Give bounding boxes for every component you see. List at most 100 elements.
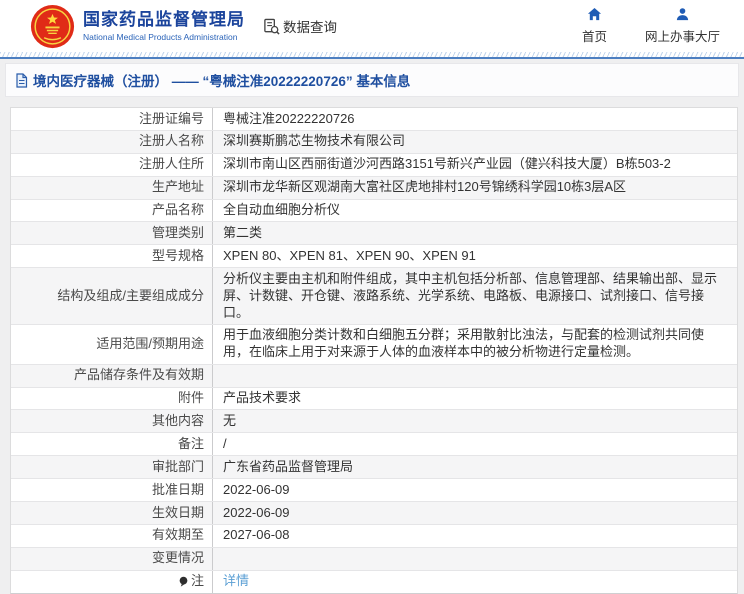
table-row: 有效期至 2027-06-08 xyxy=(11,525,737,548)
row-label-text: 有效期至 xyxy=(152,527,204,544)
row-label-text: 适用范围/预期用途 xyxy=(96,336,204,353)
row-label: 注册证编号 xyxy=(11,108,212,130)
row-label-text: 结构及组成/主要组成成分 xyxy=(57,288,204,305)
row-label: 产品储存条件及有效期 xyxy=(11,365,212,387)
table-row: 型号规格 XPEN 80、XPEN 81、XPEN 90、XPEN 91 xyxy=(11,245,737,268)
document-search-icon xyxy=(263,18,280,35)
row-label-text: 其他内容 xyxy=(152,413,204,430)
home-icon xyxy=(587,7,602,22)
table-row: 审批部门广东省药品监督管理局 xyxy=(11,456,737,479)
national-emblem-logo xyxy=(30,4,75,49)
row-label: 其他内容 xyxy=(11,410,212,432)
row-label-text: 注 xyxy=(191,573,204,590)
site-title: 国家药品监督管理局 xyxy=(83,10,245,30)
nav-hall-label: 网上办事大厅 xyxy=(645,26,720,45)
row-label: 型号规格 xyxy=(11,245,212,267)
table-row: 附件产品技术要求 xyxy=(11,388,737,411)
row-value: 用于血液细胞分类计数和白细胞五分群；采用散射比浊法，与配套的检测试剂共同使用，在… xyxy=(212,325,737,364)
row-value: 深圳赛斯鹏芯生物技术有限公司 xyxy=(212,131,737,153)
table-row: 备注 / xyxy=(11,433,737,456)
row-label: 注册人住所 xyxy=(11,154,212,176)
row-label: 附件 xyxy=(11,388,212,410)
nav-home[interactable]: 首页 xyxy=(582,7,607,45)
header: 国家药品监督管理局 National Medical Products Admi… xyxy=(0,0,744,52)
user-icon xyxy=(675,7,690,22)
row-label-text: 生效日期 xyxy=(152,505,204,522)
table-row: 管理类别第二类 xyxy=(11,222,737,245)
row-value: XPEN 80、XPEN 81、XPEN 90、XPEN 91 xyxy=(212,245,737,267)
row-value: 深圳市龙华新区观湖南大富社区虎地排村120号锦绣科学园10栋3层A区 xyxy=(212,177,737,199)
row-value: 分析仪主要由主机和附件组成，其中主机包括分析部、信息管理部、结果输出部、显示屏、… xyxy=(212,268,737,324)
row-value: 深圳市南山区西丽街道沙河西路3151号新兴产业园（健兴科技大厦）B栋503-2 xyxy=(212,154,737,176)
row-label-text: 产品储存条件及有效期 xyxy=(74,367,204,384)
table-row: 适用范围/预期用途用于血液细胞分类计数和白细胞五分群；采用散射比浊法，与配套的检… xyxy=(11,325,737,365)
details-link[interactable]: 详情 xyxy=(223,573,249,588)
top-nav: 首页 网上办事大厅 xyxy=(582,7,720,45)
row-value: 粤械注准20222220726 xyxy=(212,108,737,130)
row-label-text: 产品名称 xyxy=(152,202,204,219)
data-query-label: 数据查询 xyxy=(283,16,337,36)
table-row: 产品名称全自动血细胞分析仪 xyxy=(11,200,737,223)
row-label: 产品名称 xyxy=(11,200,212,222)
row-label-text: 备注 xyxy=(178,436,204,453)
decorative-blue-line xyxy=(0,57,744,59)
brand: 国家药品监督管理局 National Medical Products Admi… xyxy=(30,4,245,49)
breadcrumb-text: 境内医疗器械（注册） —— “粤械注准20222220726” 基本信息 xyxy=(33,70,410,90)
row-label-text: 注册人名称 xyxy=(139,133,204,150)
row-label: 审批部门 xyxy=(11,456,212,478)
brand-text: 国家药品监督管理局 National Medical Products Admi… xyxy=(83,10,245,41)
row-label-text: 管理类别 xyxy=(152,225,204,242)
row-label: 变更情况 xyxy=(11,548,212,570)
row-label-text: 型号规格 xyxy=(152,248,204,265)
nav-home-label: 首页 xyxy=(582,26,607,45)
table-row: 结构及组成/主要组成成分分析仪主要由主机和附件组成，其中主机包括分析部、信息管理… xyxy=(11,268,737,325)
table-row: 注册证编号粤械注准20222220726 xyxy=(11,108,737,131)
row-label: 注册人名称 xyxy=(11,131,212,153)
row-label-text: 注册人住所 xyxy=(139,156,204,173)
table-row: 产品储存条件及有效期 xyxy=(11,365,737,388)
table-row: 批准日期 2022-06-09 xyxy=(11,479,737,502)
nav-service-hall[interactable]: 网上办事大厅 xyxy=(645,7,720,45)
row-label-text: 变更情况 xyxy=(152,550,204,567)
registration-info-table: 注册证编号粤械注准20222220726注册人名称深圳赛斯鹏芯生物技术有限公司注… xyxy=(10,107,738,594)
table-row: 注册人住所深圳市南山区西丽街道沙河西路3151号新兴产业园（健兴科技大厦）B栋5… xyxy=(11,154,737,177)
row-label: 注 xyxy=(11,571,212,593)
row-value: 2022-06-09 xyxy=(212,479,737,501)
row-label: 有效期至 xyxy=(11,525,212,547)
row-value xyxy=(212,365,737,387)
row-value: 2022-06-09 xyxy=(212,502,737,524)
row-value: 无 xyxy=(212,410,737,432)
table-row: 生效日期 2022-06-09 xyxy=(11,502,737,525)
file-icon xyxy=(15,73,28,88)
table-row: 变更情况 xyxy=(11,548,737,571)
row-label: 备注 xyxy=(11,433,212,455)
row-label: 生效日期 xyxy=(11,502,212,524)
page-root: 国家药品监督管理局 National Medical Products Admi… xyxy=(0,0,744,594)
row-label-text: 批准日期 xyxy=(152,482,204,499)
row-label: 适用范围/预期用途 xyxy=(11,325,212,364)
row-value: 广东省药品监督管理局 xyxy=(212,456,737,478)
note-icon xyxy=(178,576,189,588)
data-query-link[interactable]: 数据查询 xyxy=(263,16,337,36)
row-label: 结构及组成/主要组成成分 xyxy=(11,268,212,324)
row-label-text: 注册证编号 xyxy=(139,111,204,128)
row-value xyxy=(212,548,737,570)
table-row: 注册人名称深圳赛斯鹏芯生物技术有限公司 xyxy=(11,131,737,154)
row-value: 第二类 xyxy=(212,222,737,244)
row-value: 全自动血细胞分析仪 xyxy=(212,200,737,222)
row-value: / xyxy=(212,433,737,455)
row-value: 产品技术要求 xyxy=(212,388,737,410)
row-label: 批准日期 xyxy=(11,479,212,501)
row-label-text: 生产地址 xyxy=(152,179,204,196)
table-row: 注 详情 xyxy=(11,571,737,593)
row-value: 详情 xyxy=(212,571,737,593)
row-label-text: 附件 xyxy=(178,390,204,407)
table-row: 其他内容无 xyxy=(11,410,737,433)
row-value: 2027-06-08 xyxy=(212,525,737,547)
breadcrumb: 境内医疗器械（注册） —— “粤械注准20222220726” 基本信息 xyxy=(5,63,739,97)
table-row: 生产地址深圳市龙华新区观湖南大富社区虎地排村120号锦绣科学园10栋3层A区 xyxy=(11,177,737,200)
row-label-text: 审批部门 xyxy=(152,459,204,476)
row-label: 生产地址 xyxy=(11,177,212,199)
row-label: 管理类别 xyxy=(11,222,212,244)
site-subtitle: National Medical Products Administration xyxy=(83,32,245,42)
